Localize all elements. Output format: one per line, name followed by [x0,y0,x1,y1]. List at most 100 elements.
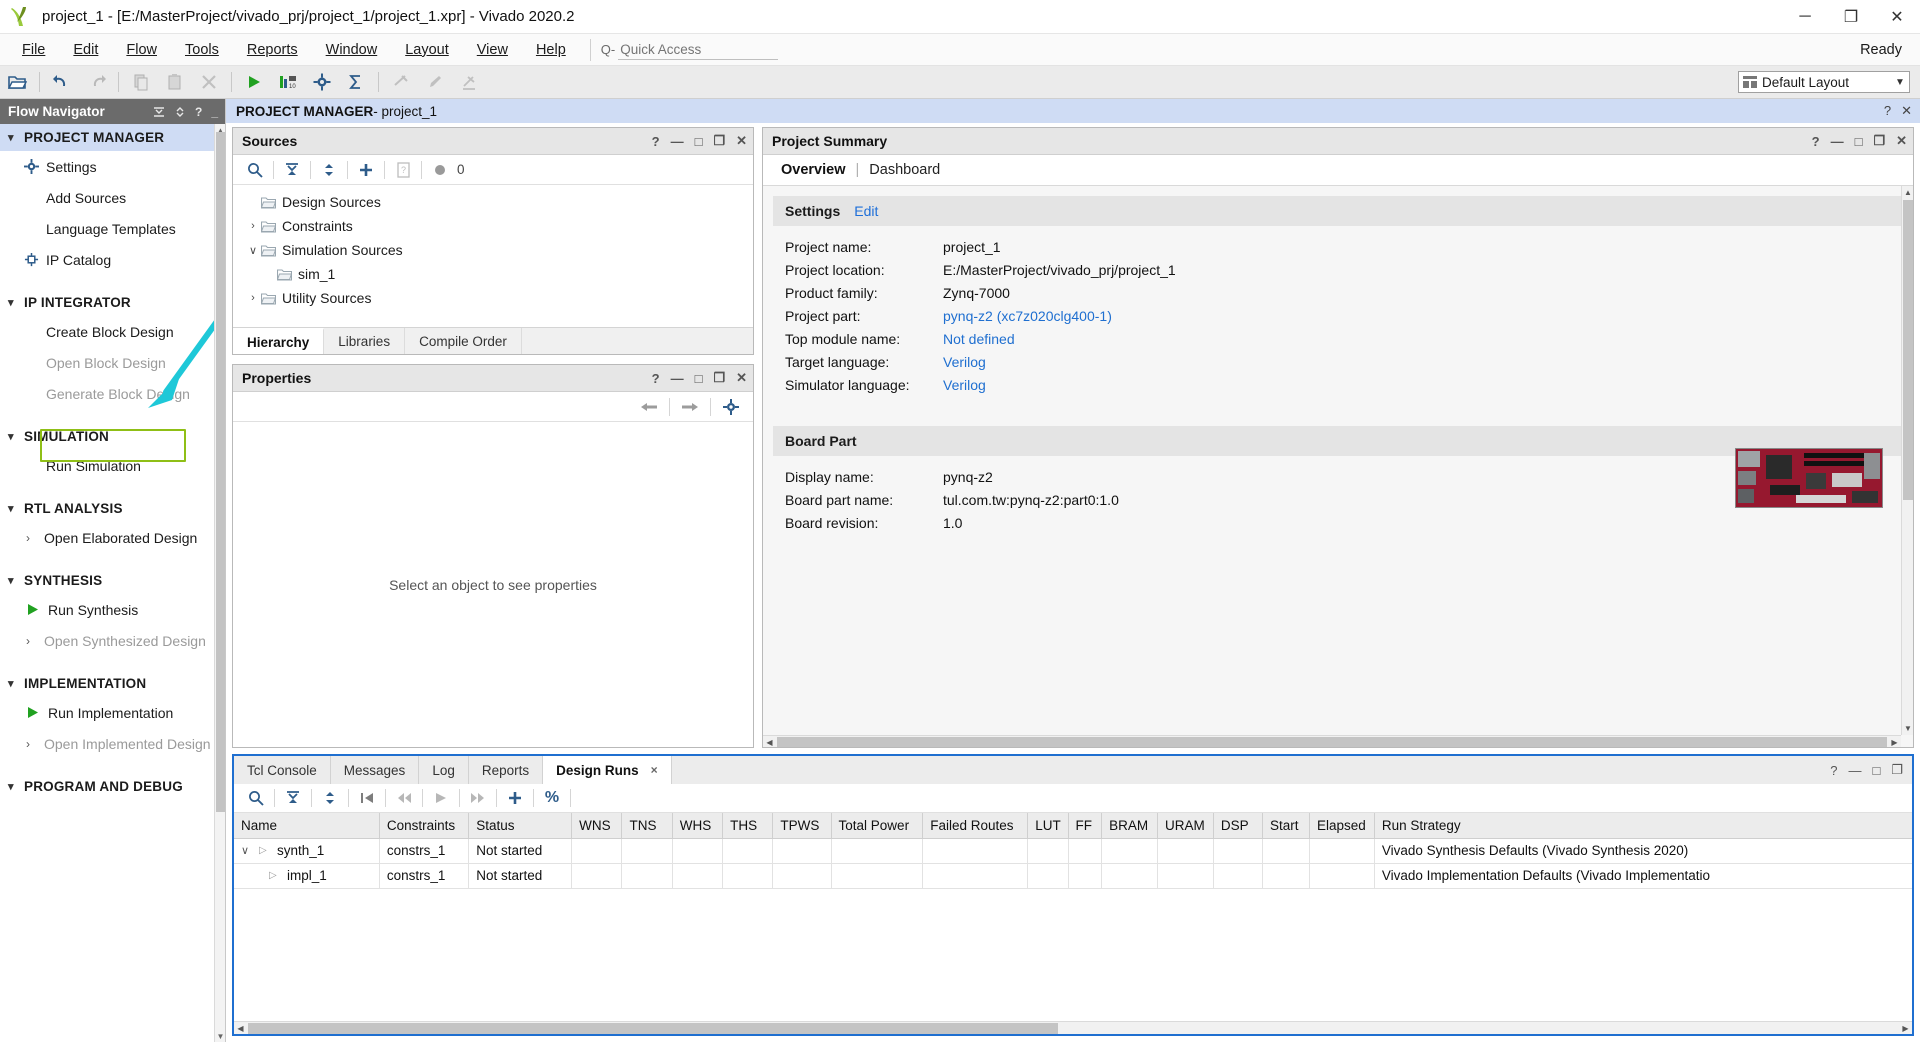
menu-tools[interactable]: Tools [171,38,233,62]
tree-node-design-sources[interactable]: Design Sources [233,190,753,214]
expand-all-icon[interactable] [315,158,343,182]
close-icon[interactable]: ✕ [736,133,747,149]
maximize-icon[interactable]: □ [695,134,703,149]
maximize-icon[interactable]: □ [695,371,703,386]
run-play-icon[interactable] [238,68,270,96]
col-constraints[interactable]: Constraints [379,813,470,839]
sidebar-item-generate-block-design[interactable]: Generate Block Design [0,378,225,409]
skip-first-icon[interactable] [353,786,381,810]
sidebar-scrollbar[interactable]: ▲ ▼ [214,124,225,1042]
maximize-button[interactable]: ❐ [1828,0,1874,34]
float-icon[interactable]: ❐ [713,133,725,149]
scroll-down-arrow[interactable]: ▼ [1902,722,1913,735]
quick-access-input[interactable] [618,39,779,60]
add-run-icon[interactable] [501,786,529,810]
sidebar-section-synthesis[interactable]: ▾ SYNTHESIS [0,567,225,594]
float-icon[interactable]: ❐ [713,370,725,386]
col-elapsed[interactable]: Elapsed [1309,813,1375,839]
scroll-left-arrow[interactable]: ◀ [234,1022,247,1034]
project-summary-hscrollbar[interactable]: ◀ ▶ [763,735,1901,747]
paste-icon[interactable] [159,68,191,96]
clear-marks-icon[interactable] [453,68,485,96]
col-run-strategy[interactable]: Run Strategy [1374,813,1912,839]
tab-tcl-console[interactable]: Tcl Console [234,756,331,784]
sigma-icon[interactable] [340,68,372,96]
sidebar-item-open-elaborated-design[interactable]: › Open Elaborated Design [0,522,225,553]
menu-help[interactable]: Help [522,38,580,62]
scroll-right-arrow[interactable]: ▶ [1888,736,1901,747]
close-icon[interactable]: ✕ [1901,103,1912,119]
row-value-link[interactable]: Verilog [943,354,986,370]
scroll-right-arrow[interactable]: ▶ [1899,1022,1912,1034]
scrollbar-thumb[interactable] [777,737,1887,747]
percent-icon[interactable]: % [538,786,566,810]
twisty-icon[interactable]: ∨ [241,844,253,857]
sidebar-item-run-simulation[interactable]: Run Simulation [0,450,225,481]
scroll-left-arrow[interactable]: ◀ [763,736,776,747]
help-icon[interactable]: ? [652,371,660,386]
tab-design-runs[interactable]: Design Runs × [543,756,672,784]
sidebar-section-simulation[interactable]: ▾ SIMULATION [0,423,225,450]
col-tns[interactable]: TNS [621,813,673,839]
col-lut[interactable]: LUT [1027,813,1069,839]
col-status[interactable]: Status [468,813,573,839]
report-bars-icon[interactable]: 10 [272,68,304,96]
project-summary-vscrollbar[interactable]: ▲ ▼ [1901,186,1913,735]
twisty-icon[interactable]: › [245,220,261,232]
settings-edit-link[interactable]: Edit [854,203,878,219]
menu-view[interactable]: View [463,38,522,62]
table-row[interactable]: ▷ impl_1 constrs_1 Not started Vivado Im… [234,863,1912,889]
col-total-power[interactable]: Total Power [831,813,924,839]
expand-collapse-icon[interactable] [174,106,186,118]
col-whs[interactable]: WHS [672,813,724,839]
help-doc-icon[interactable]: ? [389,158,417,182]
close-icon[interactable]: × [651,763,658,777]
sidebar-section-implementation[interactable]: ▾ IMPLEMENTATION [0,670,225,697]
redo-icon[interactable] [80,68,112,96]
help-icon[interactable]: ? [1830,763,1837,778]
tab-dashboard[interactable]: Dashboard [861,162,948,178]
sidebar-item-create-block-design[interactable]: Create Block Design [0,316,225,347]
run-triangle-icon[interactable]: ▷ [259,845,271,856]
close-icon[interactable]: ✕ [736,370,747,386]
close-button[interactable]: ✕ [1874,0,1920,34]
copy-icon[interactable] [125,68,157,96]
scrollbar-thumb[interactable] [216,132,225,812]
cell-name[interactable]: ∨ ▷ synth_1 [234,838,380,864]
menu-window[interactable]: Window [312,38,392,62]
gear-icon[interactable] [717,395,745,419]
sidebar-item-settings[interactable]: Settings [0,151,225,182]
layout-select[interactable]: Default Layout ▼ [1738,71,1910,93]
tree-node-utility-sources[interactable]: › Utility Sources [233,286,753,310]
forward-arrow-icon[interactable] [676,395,704,419]
mark-icon[interactable] [385,68,417,96]
float-icon[interactable]: ❐ [1873,133,1885,149]
help-icon[interactable]: ? [1812,134,1820,149]
tab-overview[interactable]: Overview [773,162,854,178]
sidebar-item-open-implemented-design[interactable]: › Open Implemented Design [0,728,225,759]
maximize-icon[interactable]: □ [1855,134,1863,149]
minimize-icon[interactable]: _ [211,105,218,119]
minimize-icon[interactable]: — [671,371,684,386]
sidebar-section-project-manager[interactable]: ▾ PROJECT MANAGER [0,124,225,151]
open-project-icon[interactable] [1,68,33,96]
menu-layout[interactable]: Layout [391,38,463,62]
collapse-all-icon[interactable] [153,106,165,118]
minimize-icon[interactable]: — [671,134,684,149]
sidebar-item-language-templates[interactable]: Language Templates [0,213,225,244]
help-icon[interactable]: ? [195,105,202,119]
undo-icon[interactable] [46,68,78,96]
sidebar-item-ip-catalog[interactable]: IP Catalog [0,244,225,275]
fast-forward-icon[interactable] [464,786,492,810]
collapse-all-icon[interactable] [279,786,307,810]
maximize-icon[interactable]: □ [1872,763,1880,778]
col-start[interactable]: Start [1262,813,1310,839]
menu-flow[interactable]: Flow [112,38,171,62]
rewind-icon[interactable] [390,786,418,810]
back-arrow-icon[interactable] [635,395,663,419]
settings-gear-icon[interactable] [306,68,338,96]
scrollbar-thumb[interactable] [1903,200,1913,500]
help-icon[interactable]: ? [1884,103,1891,119]
row-value-link[interactable]: Not defined [943,331,1015,347]
scroll-down-arrow[interactable]: ▼ [215,1030,225,1042]
